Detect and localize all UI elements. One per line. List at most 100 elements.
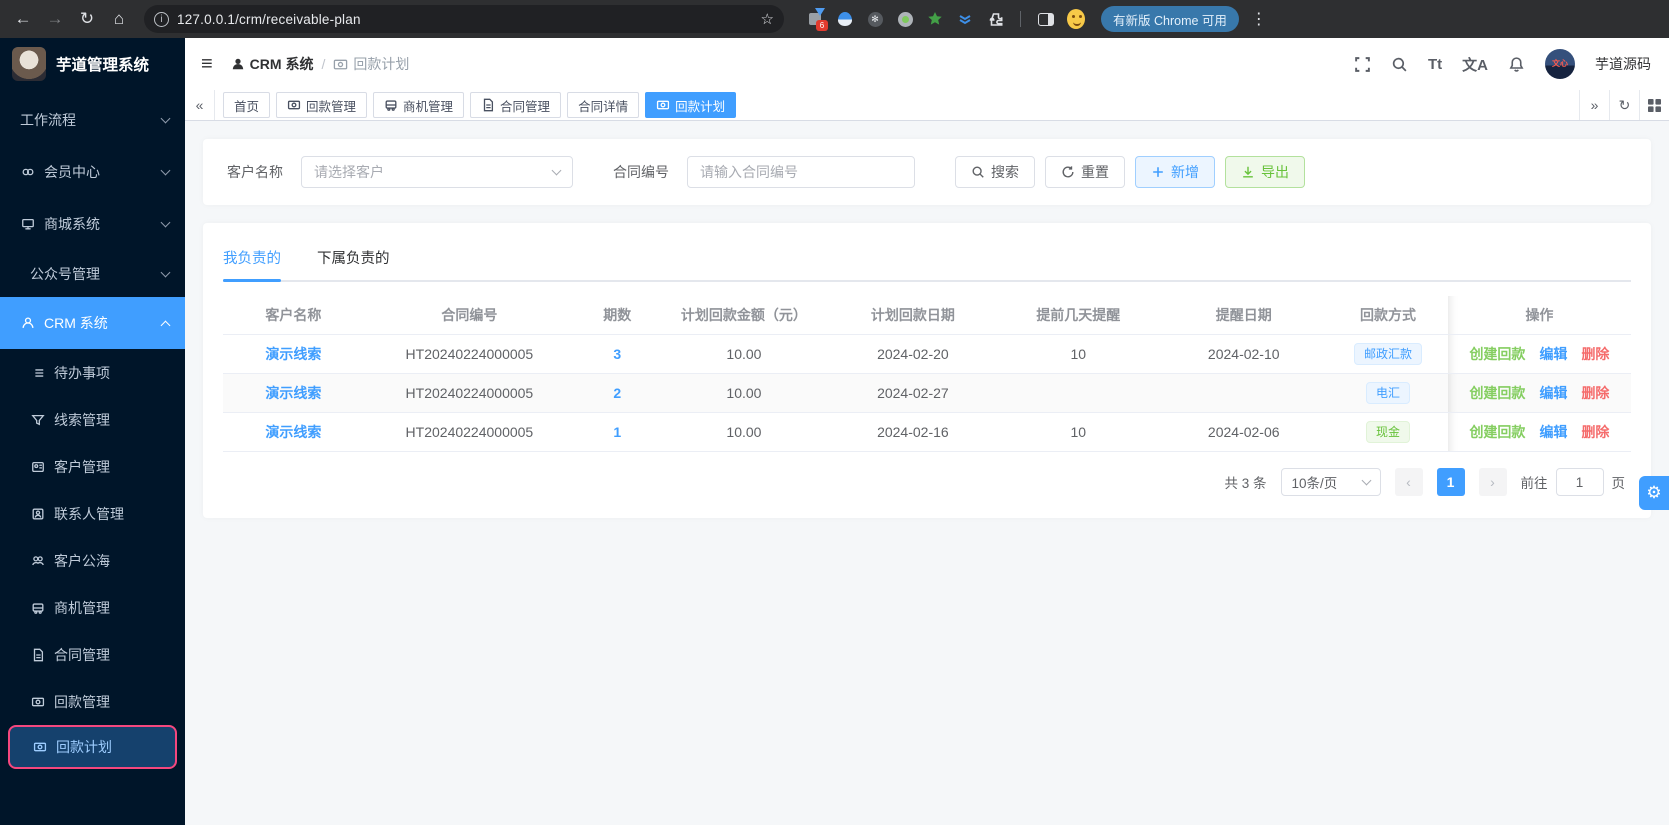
translate-icon[interactable]: 文A — [1462, 54, 1488, 75]
page-tab-label: 商机管理 — [403, 99, 454, 114]
url-text[interactable]: 127.0.0.1/crm/receivable-plan — [177, 12, 753, 27]
tabs-refresh-icon[interactable]: ↻ — [1609, 90, 1639, 120]
create-receivable-link[interactable]: 创建回款 — [1469, 424, 1525, 440]
reset-button[interactable]: 重置 — [1045, 156, 1125, 188]
period-link[interactable]: 2 — [574, 374, 660, 413]
sidebar-item-13[interactable]: 回款计划 — [8, 725, 177, 769]
edit-link[interactable]: 编辑 — [1539, 424, 1567, 440]
sidebar-item-11[interactable]: 合同管理 — [0, 631, 185, 678]
user-avatar[interactable]: 文心 — [1545, 49, 1575, 79]
table-card: 我负责的 下属负责的 客户名称 合同编号 期数 计划回款金额（元） 计划回款日期 提前几天… — [203, 223, 1651, 518]
address-bar[interactable]: i 127.0.0.1/crm/receivable-plan ☆ — [144, 5, 784, 33]
delete-link[interactable]: 删除 — [1581, 385, 1609, 401]
page-number-1[interactable]: 1 — [1436, 468, 1465, 496]
sidebar-item-0[interactable]: 工作流程 — [0, 94, 185, 146]
customer-select[interactable]: 请选择客户 — [301, 156, 573, 188]
user-name[interactable]: 芋道源码 — [1595, 54, 1651, 74]
period-link[interactable]: 1 — [574, 413, 660, 452]
delete-link[interactable]: 删除 — [1581, 424, 1609, 440]
delete-link[interactable]: 删除 — [1581, 346, 1609, 362]
profile-avatar[interactable] — [1067, 9, 1085, 29]
side-panel-icon[interactable] — [1037, 10, 1055, 28]
mall-icon — [20, 217, 35, 232]
breadcrumb-root[interactable]: CRM 系统 — [231, 54, 313, 74]
sidebar-item-10[interactable]: 商机管理 — [0, 584, 185, 631]
edit-link[interactable]: 编辑 — [1539, 385, 1567, 401]
browser-menu-icon[interactable]: ⋮ — [1251, 9, 1267, 29]
browser-forward-icon[interactable]: → — [42, 6, 68, 32]
customer-link[interactable]: 演示线索 — [223, 335, 364, 374]
search-button[interactable]: 搜索 — [955, 156, 1035, 188]
extension-recorder-icon[interactable] — [896, 10, 914, 28]
extensions-puzzle-icon[interactable] — [986, 10, 1004, 28]
remind-days-cell — [997, 374, 1160, 413]
period-link[interactable]: 3 — [574, 335, 660, 374]
sidebar-item-5[interactable]: 待办事项 — [0, 349, 185, 396]
page-tab-4[interactable]: 合同详情 — [567, 92, 640, 118]
extension-star-icon[interactable] — [926, 10, 944, 28]
remind-date-cell: 2024-02-06 — [1159, 413, 1329, 452]
page-tab-1[interactable]: 回款管理 — [276, 92, 368, 118]
page-tab-0[interactable]: 首页 — [223, 92, 271, 118]
collapse-menu-icon[interactable]: ≡ — [197, 53, 217, 76]
user-icon — [232, 58, 243, 70]
sidebar-item-1[interactable]: 会员中心 — [0, 146, 185, 198]
create-receivable-link[interactable]: 创建回款 — [1469, 346, 1525, 362]
sidebar-item-3[interactable]: 公众号管理 — [0, 250, 185, 297]
download-icon — [1243, 166, 1253, 178]
sidebar-item-6[interactable]: 线索管理 — [0, 396, 185, 443]
export-button[interactable]: 导出 — [1225, 156, 1305, 188]
sidebar-item-4[interactable]: CRM 系统 — [0, 297, 185, 349]
tabs-layout-grid-icon[interactable] — [1639, 90, 1669, 120]
extension-dark-icon[interactable]: ✻ — [866, 10, 884, 28]
prev-page-button[interactable]: ‹ — [1394, 468, 1423, 496]
sidebar-item-2[interactable]: 商城系统 — [0, 198, 185, 250]
font-size-icon[interactable]: Tt — [1428, 56, 1442, 73]
search-icon[interactable] — [1391, 56, 1408, 73]
notification-bell-icon[interactable] — [1508, 56, 1525, 73]
customer-link[interactable]: 演示线索 — [223, 374, 364, 413]
goto-page-input[interactable] — [1555, 468, 1604, 496]
contract-no-input[interactable] — [700, 164, 902, 180]
tab-my-responsible[interactable]: 我负责的 — [223, 241, 281, 282]
bookmark-star-icon[interactable]: ☆ — [761, 10, 774, 28]
page-tab-2[interactable]: 商机管理 — [373, 92, 465, 118]
tab-subordinate-responsible[interactable]: 下属负责的 — [317, 241, 390, 280]
browser-home-icon[interactable]: ⌂ — [106, 6, 132, 32]
logo-row[interactable]: 芋道管理系统 — [0, 38, 185, 90]
extension-balloon-icon[interactable] — [836, 10, 854, 28]
actions-cell: 创建回款 编辑 删除 — [1447, 413, 1631, 452]
sidebar-item-label: 回款管理 — [54, 693, 110, 710]
sidebar-item-12[interactable]: 回款管理 — [0, 678, 185, 725]
browser-back-icon[interactable]: ← — [10, 6, 36, 32]
sidebar-item-9[interactable]: 客户公海 — [0, 537, 185, 584]
extension-layers-icon[interactable] — [956, 10, 974, 28]
page-size-select[interactable]: 10条/页 — [1280, 468, 1381, 496]
plan-date-cell: 2024-02-20 — [828, 335, 998, 374]
sidebar: 芋道管理系统 工作流程 会员中心 商城系统 公众号管理 CRM 系统 待办事项 线索管理 客户… — [0, 38, 185, 825]
table-header-row: 客户名称 合同编号 期数 计划回款金额（元） 计划回款日期 提前几天提醒 提醒日期 回款方式操… — [223, 296, 1631, 335]
sidebar-item-label: 商城系统 — [44, 216, 100, 232]
extension-badge: 6 — [816, 20, 828, 31]
tabs-scroll-left-icon[interactable]: « — [185, 90, 215, 120]
tabs-scroll-right-icon[interactable]: » — [1579, 90, 1609, 120]
pool-icon — [30, 553, 45, 568]
next-page-button[interactable]: › — [1478, 468, 1507, 496]
column-header-1: 合同编号 — [363, 296, 575, 335]
add-button[interactable]: 新增 — [1135, 156, 1215, 188]
goto-label: 前往 — [1520, 476, 1548, 491]
edit-link[interactable]: 编辑 — [1539, 346, 1567, 362]
customer-link[interactable]: 演示线索 — [223, 413, 364, 452]
page-tab-5[interactable]: 回款计划 — [645, 92, 737, 118]
fullscreen-icon[interactable] — [1354, 56, 1371, 73]
sidebar-item-7[interactable]: 客户管理 — [0, 443, 185, 490]
chrome-update-chip[interactable]: 有新版 Chrome 可用 — [1101, 6, 1239, 32]
extension-blocker-icon[interactable]: 6 — [806, 8, 828, 31]
site-info-icon[interactable]: i — [154, 11, 169, 27]
customer-select-placeholder: 请选择客户 — [314, 164, 384, 180]
create-receivable-link[interactable]: 创建回款 — [1469, 385, 1525, 401]
theme-settings-button[interactable]: ⚙ — [1639, 476, 1669, 510]
browser-reload-icon[interactable]: ↻ — [74, 6, 100, 32]
sidebar-item-8[interactable]: 联系人管理 — [0, 490, 185, 537]
page-tab-3[interactable]: 合同管理 — [470, 92, 562, 118]
